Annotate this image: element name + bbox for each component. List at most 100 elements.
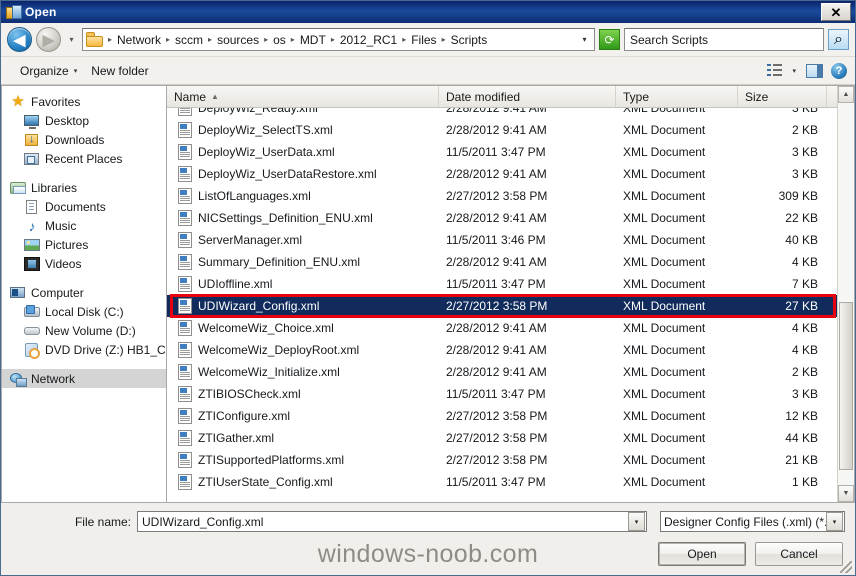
sidebar-item-videos[interactable]: Videos bbox=[2, 254, 166, 273]
sidebar-item-music[interactable]: ♪ Music bbox=[2, 216, 166, 235]
address-dropdown-button[interactable]: ▾ bbox=[577, 35, 592, 44]
view-dropdown-button[interactable]: ▾ bbox=[785, 64, 803, 78]
column-header-name[interactable]: Name ▲ bbox=[167, 86, 439, 107]
table-row[interactable]: ZTISupportedPlatforms.xml 2/27/2012 3:58 … bbox=[167, 449, 854, 471]
star-icon: ★ bbox=[11, 92, 25, 110]
file-name-input[interactable]: UDIWizard_Config.xml ▾ bbox=[137, 511, 647, 532]
breadcrumb-sccm[interactable]: sccm bbox=[172, 32, 206, 48]
table-row[interactable]: Summary_Definition_ENU.xml 2/28/2012 9:41… bbox=[167, 251, 854, 273]
new-folder-button[interactable]: New folder bbox=[84, 61, 155, 81]
preview-pane-button[interactable] bbox=[803, 62, 825, 80]
nav-group-computer: Computer Local Disk (C:) New Volume (D:)… bbox=[2, 283, 166, 359]
sidebar-item-desktop[interactable]: Desktop bbox=[2, 111, 166, 130]
sidebar-item-computer[interactable]: Computer bbox=[2, 283, 166, 302]
sidebar-item-libraries[interactable]: Libraries bbox=[2, 178, 166, 197]
cancel-button[interactable]: Cancel bbox=[755, 542, 843, 566]
file-size-cell: 3 KB bbox=[791, 387, 818, 401]
sidebar-label: Videos bbox=[45, 256, 82, 271]
table-row[interactable]: DeployWiz_UserDataRestore.xml 2/28/2012 9… bbox=[167, 163, 854, 185]
file-date-cell: 2/28/2012 9:41 AM bbox=[446, 365, 547, 379]
scrollbar-thumb[interactable] bbox=[839, 301, 853, 470]
sidebar-item-local-disk-c[interactable]: Local Disk (C:) bbox=[2, 302, 166, 321]
change-view-button[interactable] bbox=[763, 62, 785, 80]
file-type-dropdown-button[interactable]: ▾ bbox=[826, 512, 843, 531]
recent-pages-button[interactable]: ▾ bbox=[65, 35, 78, 44]
file-name-dropdown-button[interactable]: ▾ bbox=[628, 512, 645, 531]
close-button[interactable]: ✕ bbox=[821, 3, 851, 21]
back-button[interactable]: ◀ bbox=[7, 27, 32, 52]
refresh-button[interactable]: ⟳ bbox=[599, 29, 620, 50]
breadcrumb-2012rc1[interactable]: 2012_RC1 bbox=[337, 32, 400, 48]
table-row[interactable]: DeployWiz_UserData.xml 11/5/2011 3:47 PM X… bbox=[167, 141, 854, 163]
file-type-select[interactable]: Designer Config Files (.xml) (*.x ▾ bbox=[660, 511, 845, 532]
sidebar-label: DVD Drive (Z:) HB1_C( bbox=[45, 342, 166, 357]
breadcrumb-os[interactable]: os bbox=[270, 32, 289, 48]
sidebar-item-network[interactable]: Network bbox=[2, 369, 166, 388]
column-header-size[interactable]: Size bbox=[738, 86, 827, 107]
sidebar-item-new-volume-d[interactable]: New Volume (D:) bbox=[2, 321, 166, 340]
xml-document-icon bbox=[178, 276, 192, 292]
table-row[interactable]: WelcomeWiz_DeployRoot.xml 2/28/2012 9:41 … bbox=[167, 339, 854, 361]
breadcrumb-sources[interactable]: sources bbox=[214, 32, 262, 48]
table-row[interactable]: UDIWizard_Config.xml 2/27/2012 3:58 PM XML… bbox=[167, 294, 854, 318]
toolbar: Organize ▾ New folder ▾ ? bbox=[1, 57, 855, 85]
table-row[interactable]: NICSettings_Definition_ENU.xml 2/28/2012 … bbox=[167, 207, 854, 229]
sidebar-item-downloads[interactable]: Downloads bbox=[2, 130, 166, 149]
breadcrumb-sep[interactable]: ▸ bbox=[262, 35, 270, 44]
breadcrumb-sep[interactable]: ▸ bbox=[289, 35, 297, 44]
chevron-down-icon: ▾ bbox=[69, 35, 74, 44]
organize-button[interactable]: Organize ▾ bbox=[13, 61, 84, 81]
resize-grip[interactable] bbox=[840, 561, 852, 573]
table-row[interactable]: ZTIConfigure.xml 2/27/2012 3:58 PM XML Doc… bbox=[167, 405, 854, 427]
table-row[interactable]: ListOfLanguages.xml 2/27/2012 3:58 PM XML … bbox=[167, 185, 854, 207]
scrollbar-track[interactable] bbox=[838, 103, 854, 485]
scroll-up-button[interactable]: ▲ bbox=[838, 86, 854, 103]
search-button[interactable]: ⌕ bbox=[828, 29, 849, 50]
file-name-text: ServerManager.xml bbox=[198, 233, 303, 247]
sidebar-item-documents[interactable]: Documents bbox=[2, 197, 166, 216]
scroll-down-button[interactable]: ▼ bbox=[838, 485, 854, 502]
column-header-date-modified[interactable]: Date modified bbox=[439, 86, 616, 107]
close-icon: ✕ bbox=[830, 4, 842, 20]
table-row[interactable]: ZTIGather.xml 2/27/2012 3:58 PM XML Docume… bbox=[167, 427, 854, 449]
table-row[interactable]: WelcomeWiz_Choice.xml 2/28/2012 9:41 AM XM… bbox=[167, 317, 854, 339]
sidebar-item-favorites[interactable]: ★ Favorites bbox=[2, 92, 166, 111]
table-row[interactable]: DeployWiz_SelectTS.xml 2/28/2012 9:41 AM X… bbox=[167, 119, 854, 141]
xml-document-icon bbox=[178, 430, 192, 446]
sidebar-label: Network bbox=[31, 371, 76, 386]
forward-button[interactable]: ▶ bbox=[36, 27, 61, 52]
breadcrumb-sep[interactable]: ▸ bbox=[106, 35, 114, 44]
breadcrumb-scripts[interactable]: Scripts bbox=[448, 32, 491, 48]
table-row[interactable]: ZTIUserState_Config.xml 11/5/2011 3:47 PM… bbox=[167, 471, 854, 493]
search-input[interactable]: Search Scripts bbox=[624, 28, 824, 51]
dialog-buttons: Open Cancel bbox=[11, 542, 845, 566]
sidebar-label: Pictures bbox=[45, 237, 89, 252]
column-header-type[interactable]: Type bbox=[616, 86, 738, 107]
file-type-cell: XML Document bbox=[623, 299, 706, 313]
breadcrumb-sep[interactable]: ▸ bbox=[329, 35, 337, 44]
table-row[interactable]: ServerManager.xml 11/5/2011 3:46 PM XML Do… bbox=[167, 229, 854, 251]
xml-document-icon bbox=[178, 408, 192, 424]
breadcrumb-sep[interactable]: ▸ bbox=[164, 35, 172, 44]
xml-document-icon bbox=[178, 320, 192, 336]
file-list-scrollbar[interactable]: ▲ ▼ bbox=[837, 86, 854, 502]
address-bar[interactable]: ▸ Network ▸ sccm ▸ sources ▸ os ▸ MDT ▸ … bbox=[82, 28, 595, 51]
table-row[interactable]: UDIoffline.xml 11/5/2011 3:47 PM XML Docum… bbox=[167, 273, 854, 295]
breadcrumb-sep[interactable]: ▸ bbox=[206, 35, 214, 44]
sidebar-item-pictures[interactable]: Pictures bbox=[2, 235, 166, 254]
table-row[interactable]: WelcomeWiz_Initialize.xml 2/28/2012 9:41 … bbox=[167, 361, 854, 383]
breadcrumb-files[interactable]: Files bbox=[408, 32, 439, 48]
sidebar-item-recent-places[interactable]: Recent Places bbox=[2, 149, 166, 168]
help-button[interactable]: ? bbox=[831, 62, 847, 79]
file-name-label: File name: bbox=[74, 514, 131, 529]
breadcrumb-network[interactable]: Network bbox=[114, 32, 164, 48]
open-button[interactable]: Open bbox=[658, 542, 746, 566]
table-row[interactable]: ZTIBIOSCheck.xml 11/5/2011 3:47 PM XML Doc… bbox=[167, 383, 854, 405]
navigation-pane[interactable]: ★ Favorites Desktop Downloads Recent Pla… bbox=[1, 85, 166, 503]
breadcrumb-mdt[interactable]: MDT bbox=[297, 32, 329, 48]
breadcrumb-sep[interactable]: ▸ bbox=[440, 35, 448, 44]
file-type-cell: XML Document bbox=[623, 475, 706, 489]
table-row[interactable]: DeployWiz_Ready.xml 2/28/2012 9:41 AM XML … bbox=[167, 108, 854, 119]
breadcrumb-sep[interactable]: ▸ bbox=[400, 35, 408, 44]
sidebar-item-dvd-drive-z[interactable]: DVD Drive (Z:) HB1_C( bbox=[2, 340, 166, 359]
